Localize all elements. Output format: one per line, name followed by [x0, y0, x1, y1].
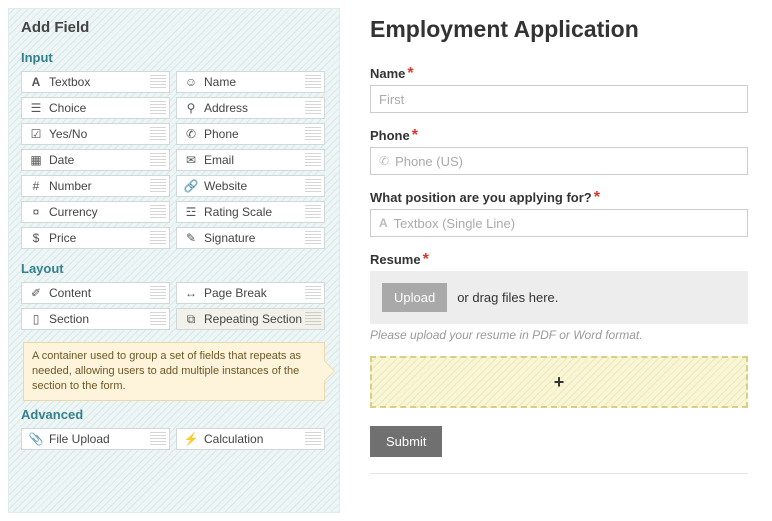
- field-repeating-section[interactable]: ⧉Repeating Section: [176, 308, 325, 330]
- arrow-icon: ↔: [183, 286, 199, 300]
- field-name[interactable]: ☺Name: [176, 71, 325, 93]
- attach-icon: 📎: [28, 432, 44, 446]
- grab-icon: [150, 312, 166, 326]
- bolt-icon: ⚡: [183, 432, 199, 446]
- field-content[interactable]: ✐Content: [21, 282, 170, 304]
- grab-icon: [305, 312, 321, 326]
- grab-icon: [305, 432, 321, 446]
- phone-label: Phone: [370, 128, 410, 143]
- field-choice[interactable]: ☰Choice: [21, 97, 170, 119]
- repeating-section-dropzone[interactable]: +: [370, 356, 748, 408]
- resume-hint: Please upload your resume in PDF or Word…: [370, 328, 748, 342]
- grab-icon: [305, 75, 321, 89]
- grab-icon: [150, 153, 166, 167]
- pencil-icon: ✎: [183, 231, 199, 245]
- footer-divider: [370, 473, 748, 474]
- field-date[interactable]: ▦Date: [21, 149, 170, 171]
- field-textbox[interactable]: ATextbox: [21, 71, 170, 93]
- rating-icon: ☲: [183, 205, 199, 219]
- required-mark: *: [423, 251, 429, 268]
- field-currency[interactable]: ¤Currency: [21, 201, 170, 223]
- edit-icon: ✐: [28, 286, 44, 300]
- link-icon: 🔗: [183, 179, 199, 193]
- font-icon: A: [379, 216, 388, 230]
- grab-icon: [305, 231, 321, 245]
- required-mark: *: [412, 127, 418, 144]
- field-pagebreak[interactable]: ↔Page Break: [176, 282, 325, 304]
- grab-icon: [150, 75, 166, 89]
- field-price[interactable]: $Price: [21, 227, 170, 249]
- section-input: Input: [21, 50, 327, 65]
- form-title: Employment Application: [370, 16, 748, 43]
- check-icon: ☑: [28, 127, 44, 141]
- resume-field: Resume* Upload or drag files here. Pleas…: [370, 251, 748, 342]
- smiley-icon: ☺: [183, 75, 199, 89]
- add-field-panel: Add Field Input ATextbox ☺Name ☰Choice ⚲…: [8, 8, 340, 513]
- name-input[interactable]: First: [370, 85, 748, 113]
- grab-icon: [305, 101, 321, 115]
- grab-icon: [150, 432, 166, 446]
- grab-icon: [305, 127, 321, 141]
- position-field: What position are you applying for?* ATe…: [370, 189, 748, 237]
- name-label: Name: [370, 66, 405, 81]
- name-field: Name* First: [370, 65, 748, 113]
- page-icon: ▯: [28, 312, 44, 326]
- field-fileupload[interactable]: 📎File Upload: [21, 428, 170, 450]
- list-icon: ☰: [28, 101, 44, 115]
- font-icon: A: [28, 75, 44, 89]
- plus-icon: +: [554, 372, 565, 393]
- field-number[interactable]: #Number: [21, 175, 170, 197]
- currency-icon: ¤: [28, 205, 44, 219]
- field-section[interactable]: ▯Section: [21, 308, 170, 330]
- grab-icon: [150, 231, 166, 245]
- sidebar-title: Add Field: [21, 19, 327, 36]
- phone-input[interactable]: ✆Phone (US): [370, 147, 748, 175]
- form-preview: Employment Application Name* First Phone…: [340, 8, 764, 513]
- mail-icon: ✉: [183, 153, 199, 167]
- field-yesno[interactable]: ☑Yes/No: [21, 123, 170, 145]
- grab-icon: [305, 286, 321, 300]
- section-layout: Layout: [21, 261, 327, 276]
- calendar-icon: ▦: [28, 153, 44, 167]
- position-input[interactable]: ATextbox (Single Line): [370, 209, 748, 237]
- phone-icon: ✆: [379, 154, 389, 168]
- grab-icon: [150, 101, 166, 115]
- grab-icon: [150, 179, 166, 193]
- grab-icon: [150, 286, 166, 300]
- upload-hint-text: or drag files here.: [457, 290, 558, 305]
- grab-icon: [305, 153, 321, 167]
- repeat-icon: ⧉: [183, 312, 199, 327]
- field-email[interactable]: ✉Email: [176, 149, 325, 171]
- pin-icon: ⚲: [183, 101, 199, 115]
- phone-field: Phone* ✆Phone (US): [370, 127, 748, 175]
- grab-icon: [150, 205, 166, 219]
- section-advanced: Advanced: [21, 407, 327, 422]
- upload-button[interactable]: Upload: [382, 283, 447, 312]
- resume-label: Resume: [370, 252, 421, 267]
- submit-button[interactable]: Submit: [370, 426, 442, 457]
- phone-icon: ✆: [183, 127, 199, 141]
- position-label: What position are you applying for?: [370, 190, 592, 205]
- field-tooltip: A container used to group a set of field…: [23, 342, 325, 401]
- field-website[interactable]: 🔗Website: [176, 175, 325, 197]
- required-mark: *: [594, 189, 600, 206]
- hash-icon: #: [28, 179, 44, 193]
- field-address[interactable]: ⚲Address: [176, 97, 325, 119]
- field-calculation[interactable]: ⚡Calculation: [176, 428, 325, 450]
- upload-dropzone[interactable]: Upload or drag files here.: [370, 271, 748, 324]
- grab-icon: [150, 127, 166, 141]
- field-signature[interactable]: ✎Signature: [176, 227, 325, 249]
- field-phone[interactable]: ✆Phone: [176, 123, 325, 145]
- field-rating[interactable]: ☲Rating Scale: [176, 201, 325, 223]
- dollar-icon: $: [28, 231, 44, 245]
- grab-icon: [305, 205, 321, 219]
- grab-icon: [305, 179, 321, 193]
- required-mark: *: [407, 65, 413, 82]
